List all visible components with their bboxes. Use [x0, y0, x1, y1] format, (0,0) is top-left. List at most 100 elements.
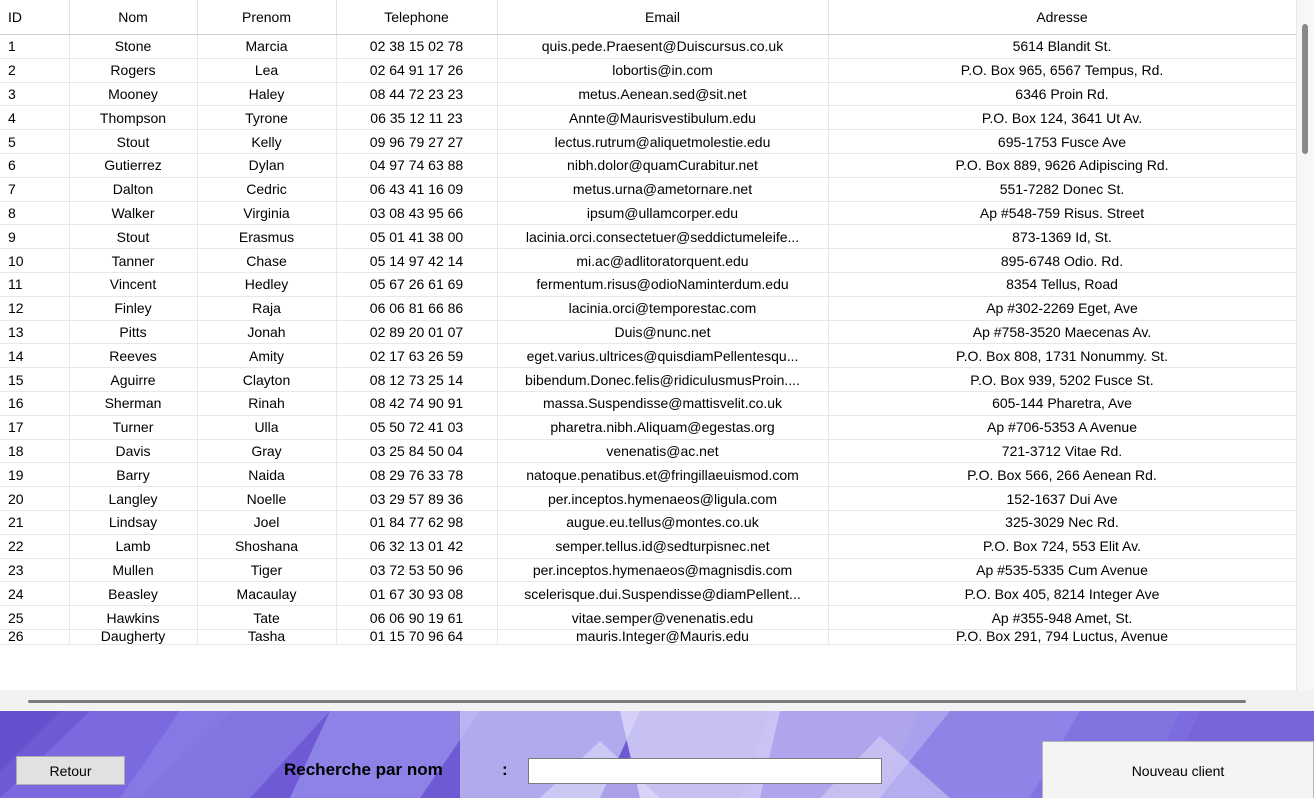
table-row[interactable]: 22 Lamb Shoshana 06 32 13 01 42 semper.tellu…: [0, 534, 1297, 559]
cell-id[interactable]: 20: [0, 486, 70, 511]
cell-nom[interactable]: Lindsay: [69, 510, 198, 535]
cell-nom[interactable]: Finley: [69, 296, 198, 321]
cell-adresse[interactable]: 8354 Tellus, Road: [828, 272, 1297, 297]
cell-id[interactable]: 7: [0, 177, 70, 202]
table-row[interactable]: 23 Mullen Tiger 03 72 53 50 96 per.inceptos.…: [0, 558, 1297, 583]
table-row[interactable]: 18 Davis Gray 03 25 84 50 04 venenatis@ac.ne…: [0, 439, 1297, 464]
cell-telephone[interactable]: 09 96 79 27 27: [336, 129, 498, 154]
cell-email[interactable]: lectus.rutrum@aliquetmolestie.edu: [497, 129, 829, 154]
cell-id[interactable]: 12: [0, 296, 70, 321]
table-row[interactable]: 7 Dalton Cedric 06 43 41 16 09 metus.urna@am…: [0, 177, 1297, 202]
cell-id[interactable]: 1: [0, 34, 70, 59]
back-button[interactable]: Retour: [16, 756, 125, 785]
cell-prenom[interactable]: Lea: [197, 58, 337, 83]
clients-grid[interactable]: ID Nom Prenom Telephone Email Adresse 1S…: [0, 0, 1314, 711]
cell-prenom[interactable]: Virginia: [197, 201, 337, 226]
cell-nom[interactable]: Mooney: [69, 82, 198, 107]
cell-email[interactable]: quis.pede.Praesent@Duiscursus.co.uk: [497, 34, 829, 59]
cell-email[interactable]: massa.Suspendisse@mattisvelit.co.uk: [497, 391, 829, 416]
table-row[interactable]: 11 Vincent Hedley 05 67 26 61 69 fermentum.r…: [0, 272, 1297, 297]
cell-id[interactable]: 17: [0, 415, 70, 440]
cell-adresse[interactable]: 721-3712 Vitae Rd.: [828, 439, 1297, 464]
table-row[interactable]: 6 Gutierrez Dylan 04 97 74 63 88 nibh.dolor@…: [0, 153, 1297, 178]
cell-prenom[interactable]: Macaulay: [197, 581, 337, 607]
table-row[interactable]: 16 Sherman Rinah 08 42 74 90 91 massa.Suspen…: [0, 391, 1297, 416]
cell-telephone[interactable]: 05 50 72 41 03: [336, 415, 498, 440]
cell-nom[interactable]: Davis: [69, 439, 198, 464]
cell-id[interactable]: 8: [0, 201, 70, 226]
cell-email[interactable]: augue.eu.tellus@montes.co.uk: [497, 510, 829, 535]
cell-id[interactable]: 22: [0, 534, 70, 559]
column-header-telephone[interactable]: Telephone: [336, 0, 498, 35]
cell-nom[interactable]: Aguirre: [69, 367, 198, 392]
cell-adresse[interactable]: Ap #758-3520 Maecenas Av.: [828, 320, 1297, 345]
cell-email[interactable]: lobortis@in.com: [497, 58, 829, 83]
cell-adresse[interactable]: 551-7282 Donec St.: [828, 177, 1297, 202]
cell-email[interactable]: Annte@Maurisvestibulum.edu: [497, 105, 829, 131]
cell-telephone[interactable]: 04 97 74 63 88: [336, 153, 498, 178]
cell-nom[interactable]: Stout: [69, 129, 198, 154]
cell-adresse[interactable]: P.O. Box 124, 3641 Ut Av.: [828, 105, 1297, 131]
cell-telephone[interactable]: 02 89 20 01 07: [336, 320, 498, 345]
cell-adresse[interactable]: 695-1753 Fusce Ave: [828, 129, 1297, 154]
cell-telephone[interactable]: 03 08 43 95 66: [336, 201, 498, 226]
cell-prenom[interactable]: Erasmus: [197, 224, 337, 250]
table-row[interactable]: 9 Stout Erasmus 05 01 41 38 00 lacinia.orci.…: [0, 224, 1297, 250]
cell-nom[interactable]: Dalton: [69, 177, 198, 202]
cell-adresse[interactable]: P.O. Box 291, 794 Luctus, Avenue: [828, 629, 1297, 645]
cell-telephone[interactable]: 02 64 91 17 26: [336, 58, 498, 83]
cell-id[interactable]: 19: [0, 462, 70, 488]
table-row[interactable]: 24 Beasley Macaulay 01 67 30 93 08 scelerisq…: [0, 581, 1297, 607]
cell-prenom[interactable]: Kelly: [197, 129, 337, 154]
cell-nom[interactable]: Stone: [69, 34, 198, 59]
column-header-adresse[interactable]: Adresse: [828, 0, 1297, 35]
cell-nom[interactable]: Daugherty: [69, 629, 198, 645]
cell-adresse[interactable]: Ap #355-948 Amet, St.: [828, 605, 1297, 630]
cell-prenom[interactable]: Haley: [197, 82, 337, 107]
table-row[interactable]: 13 Pitts Jonah 02 89 20 01 07 Duis@nunc.net A…: [0, 320, 1297, 345]
cell-prenom[interactable]: Shoshana: [197, 534, 337, 559]
cell-id[interactable]: 11: [0, 272, 70, 297]
cell-email[interactable]: venenatis@ac.net: [497, 439, 829, 464]
cell-telephone[interactable]: 01 67 30 93 08: [336, 581, 498, 607]
cell-id[interactable]: 15: [0, 367, 70, 392]
cell-adresse[interactable]: P.O. Box 566, 266 Aenean Rd.: [828, 462, 1297, 488]
cell-nom[interactable]: Thompson: [69, 105, 198, 131]
vertical-scroll-thumb[interactable]: [1302, 24, 1308, 154]
new-client-button[interactable]: Nouveau client: [1042, 741, 1314, 798]
cell-telephone[interactable]: 03 72 53 50 96: [336, 558, 498, 583]
cell-nom[interactable]: Beasley: [69, 581, 198, 607]
cell-nom[interactable]: Stout: [69, 224, 198, 250]
table-row[interactable]: 10 Tanner Chase 05 14 97 42 14 mi.ac@adlitor…: [0, 248, 1297, 273]
cell-prenom[interactable]: Gray: [197, 439, 337, 464]
cell-telephone[interactable]: 06 35 12 11 23: [336, 105, 498, 131]
cell-telephone[interactable]: 02 38 15 02 78: [336, 34, 498, 59]
cell-telephone[interactable]: 01 84 77 62 98: [336, 510, 498, 535]
column-header-nom[interactable]: Nom: [69, 0, 198, 35]
cell-email[interactable]: vitae.semper@venenatis.edu: [497, 605, 829, 630]
cell-nom[interactable]: Mullen: [69, 558, 198, 583]
cell-email[interactable]: metus.urna@ametornare.net: [497, 177, 829, 202]
cell-adresse[interactable]: Ap #302-2269 Eget, Ave: [828, 296, 1297, 321]
table-row[interactable]: 15 Aguirre Clayton 08 12 73 25 14 bibendum.D…: [0, 367, 1297, 392]
column-header-prenom[interactable]: Prenom: [197, 0, 337, 35]
cell-telephone[interactable]: 08 42 74 90 91: [336, 391, 498, 416]
cell-id[interactable]: 16: [0, 391, 70, 416]
cell-id[interactable]: 10: [0, 248, 70, 273]
cell-nom[interactable]: Walker: [69, 201, 198, 226]
cell-prenom[interactable]: Tasha: [197, 629, 337, 645]
cell-nom[interactable]: Rogers: [69, 58, 198, 83]
cell-prenom[interactable]: Dylan: [197, 153, 337, 178]
cell-id[interactable]: 2: [0, 58, 70, 83]
cell-email[interactable]: metus.Aenean.sed@sit.net: [497, 82, 829, 107]
cell-adresse[interactable]: 152-1637 Dui Ave: [828, 486, 1297, 511]
cell-telephone[interactable]: 01 15 70 96 64: [336, 629, 498, 645]
cell-email[interactable]: natoque.penatibus.et@fringillaeuismod.co…: [497, 462, 829, 488]
cell-adresse[interactable]: 895-6748 Odio. Rd.: [828, 248, 1297, 273]
cell-prenom[interactable]: Jonah: [197, 320, 337, 345]
cell-id[interactable]: 26: [0, 629, 70, 645]
table-row[interactable]: 12 Finley Raja 06 06 81 66 86 lacinia.orci@t…: [0, 296, 1297, 321]
cell-prenom[interactable]: Joel: [197, 510, 337, 535]
cell-email[interactable]: nibh.dolor@quamCurabitur.net: [497, 153, 829, 178]
cell-prenom[interactable]: Chase: [197, 248, 337, 273]
